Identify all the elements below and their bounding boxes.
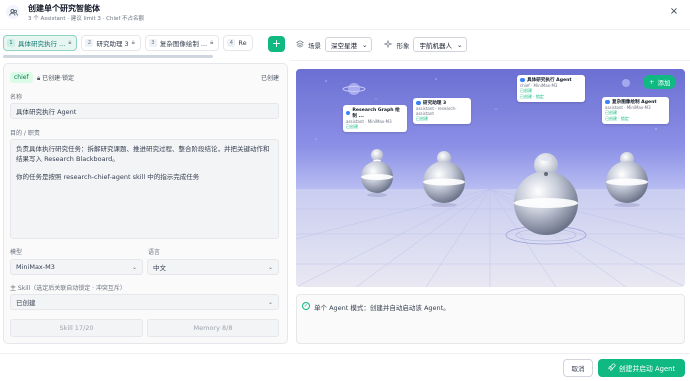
create-and-start-button[interactable]: 创建并启动 Agent xyxy=(598,359,685,377)
add-agent-label: 添加 xyxy=(657,79,671,87)
tab-number: 1 xyxy=(7,39,15,47)
created-status: 已创建 xyxy=(261,75,280,82)
skill-select[interactable]: 已创建 ⌄ xyxy=(10,294,279,310)
scene-agent-card[interactable]: 复杂图像绘制 Agent assistant · MiniMax-M3 已创建 … xyxy=(602,97,669,124)
avatar-value: 宇航机器人 xyxy=(419,41,452,50)
tab-agent-1[interactable]: 1 具体研究执行 ... 🔒︎ xyxy=(3,35,78,51)
close-icon[interactable]: × xyxy=(668,6,680,18)
chevron-down-icon: ⌄ xyxy=(456,40,463,49)
dialog-header: 创建单个研究智能体 3 个 Assistant · 建议 limit 3 · C… xyxy=(0,0,690,27)
agent-dot-icon xyxy=(416,101,421,105)
model-value: MiniMax-M3 xyxy=(16,263,55,271)
role-chip: chief xyxy=(10,72,33,83)
divider xyxy=(0,353,690,354)
scene-agent-card[interactable]: Research Graph 绘制 ... assistant · MiniMa… xyxy=(343,105,407,132)
lock-icon: 🔒︎ xyxy=(68,39,72,46)
lock-icon: 🔒︎ xyxy=(210,39,214,46)
skill-label: 主 Skill（选定后关联自动锁定 · 冲突互斥） xyxy=(10,285,126,292)
skill-count-button[interactable]: Skill 17/20 xyxy=(10,319,143,337)
language-value: 中文 xyxy=(153,264,166,272)
scene-select[interactable]: 深空星港 ⌄ xyxy=(325,37,373,52)
lock-icon: 🔒︎ xyxy=(131,39,135,46)
add-tab-button[interactable]: + xyxy=(268,36,285,52)
mode-info-text: 单个 Agent 模式：创建并自动启动该 Agent。 xyxy=(314,304,450,312)
chevron-down-icon: ⌄ xyxy=(267,263,273,271)
users-icon xyxy=(6,5,20,19)
scene-controls: 场景 深空星港 ⌄ 形象 宇航机器人 ⌄ xyxy=(296,37,468,52)
scene-value: 深空星港 xyxy=(331,41,357,50)
name-value: 具体研究执行 Agent xyxy=(16,108,77,116)
tab-agent-2[interactable]: 2 研究助理 3 🔒︎ xyxy=(81,35,141,51)
role-textarea[interactable]: 负责具体执行研究任务：拆解研究课题、推进研究过程、整合阶段结论，并把关键动作和结… xyxy=(10,139,279,239)
tab-number: 3 xyxy=(148,39,157,47)
tabs-scrollbar[interactable] xyxy=(3,55,213,58)
scene-agent-card[interactable]: 具体研究执行 Agent chief · MiniMax-M3 已创建 已创建 … xyxy=(517,75,585,102)
role-paragraph-2: 你的任务是按照 research-chief-agent skill 中的指示完… xyxy=(16,173,200,181)
divider xyxy=(290,60,690,61)
memory-count-button[interactable]: Memory 8/8 xyxy=(147,319,279,337)
layers-icon xyxy=(296,39,304,50)
dialog-subtitle: 3 个 Assistant · 建议 limit 3 · Chief 不占名额 xyxy=(28,16,145,22)
tab-number: 4 xyxy=(227,39,236,47)
scene-agent-card[interactable]: 研究助理 3 assistant · research-assistant 已创… xyxy=(413,98,471,124)
card-status: 已创建 · 锁定 xyxy=(605,116,629,121)
model-select[interactable]: MiniMax-M3 ⌄ xyxy=(10,259,143,275)
language-select[interactable]: 中文 ⌄ xyxy=(147,259,279,275)
tab-label: 研究助理 3 xyxy=(96,40,129,48)
lock-status-text: 已创建·锁定 xyxy=(42,75,75,82)
card-status: 已创建 xyxy=(346,124,358,129)
tab-label: Re xyxy=(238,39,247,47)
plus-icon: + xyxy=(649,78,655,86)
skill-value: 已创建 xyxy=(16,299,36,307)
agent-tabs: 1 具体研究执行 ... 🔒︎ 2 研究助理 3 🔒︎ 3 复杂图像绘制 ...… xyxy=(3,35,268,53)
name-label: 名称 xyxy=(10,94,23,101)
card-title: Research Graph 绘制 ... xyxy=(352,108,400,119)
avatar-select[interactable]: 宇航机器人 ⌄ xyxy=(413,37,468,52)
chevron-down-icon: ⌄ xyxy=(267,298,273,306)
add-agent-button[interactable]: + 添加 xyxy=(643,75,677,89)
tab-agent-3[interactable]: 3 复杂图像绘制 ... 🔒︎ xyxy=(144,35,220,51)
role-paragraph-1: 负责具体执行研究任务：拆解研究课题、推进研究过程、整合阶段结论，并把关键动作和结… xyxy=(16,145,270,163)
chevron-down-icon: ⌄ xyxy=(131,263,137,271)
card-status: 已创建 · 锁定 xyxy=(520,94,544,99)
agent-scene-viewport[interactable]: Research Graph 绘制 ... assistant · MiniMa… xyxy=(296,69,685,287)
agent-dot-icon xyxy=(520,78,525,82)
name-input[interactable]: 具体研究执行 Agent xyxy=(10,103,279,119)
create-button-label: 创建并启动 Agent xyxy=(618,365,676,373)
model-label: 模型 xyxy=(10,249,23,256)
tab-label: 复杂图像绘制 ... xyxy=(159,40,208,48)
tab-agent-4[interactable]: 4 Re xyxy=(223,35,253,51)
chevron-down-icon: ⌄ xyxy=(362,40,368,49)
tab-number: 2 xyxy=(85,39,94,47)
lock-icon: 🔒︎ xyxy=(37,75,41,82)
card-subtitle: assistant · research-assistant xyxy=(416,106,457,116)
rocket-icon xyxy=(608,363,616,373)
language-label: 语言 xyxy=(148,249,161,256)
divider xyxy=(0,29,690,30)
check-circle-icon: ✓ xyxy=(302,302,310,310)
sparkle-icon xyxy=(384,39,393,50)
scene-label: 场景 xyxy=(308,41,321,50)
agent-dot-icon xyxy=(346,111,351,115)
tab-label: 具体研究执行 ... xyxy=(18,40,66,48)
lock-status: 🔒︎ 已创建·锁定 xyxy=(37,73,74,83)
avatar-label: 形象 xyxy=(396,41,410,50)
card-status: 已创建 xyxy=(416,116,428,121)
role-label: 目的 / 职责 xyxy=(10,130,40,137)
cancel-button[interactable]: 取消 xyxy=(563,359,593,377)
dialog-title: 创建单个研究智能体 xyxy=(28,4,100,13)
agent-dot-icon xyxy=(605,100,610,104)
